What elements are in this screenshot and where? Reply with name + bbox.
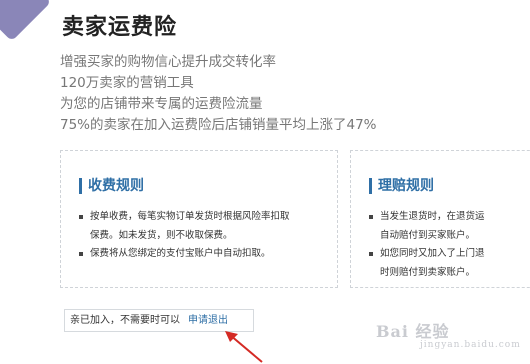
fee-rule-item: 保费。如未发货，则不收取保费。 <box>90 229 233 241</box>
product-logo <box>0 0 52 42</box>
claim-rules-list: 当发生退货时，在退货运 自动赔付到买家账户。 如您同时又加入了上门退 时则赔付到… <box>368 208 485 282</box>
claim-rules-card: 理赔规则 当发生退货时，在退货运 自动赔付到买家账户。 如您同时又加入了上门退 … <box>350 150 530 288</box>
watermark-site: jingyan.baidu.com <box>420 340 521 350</box>
claim-rule-item: 自动赔付到买家账户。 <box>380 229 476 241</box>
watermark-brand: Bai 经验 <box>376 322 450 341</box>
benefit-line: 120万卖家的营销工具 <box>60 75 194 91</box>
benefit-line: 增强买家的购物信心提升成交转化率 <box>60 54 276 70</box>
joined-status-text: 亲已加入，不需要时可以 <box>70 315 180 326</box>
benefit-line: 75%的卖家在加入运费险后店铺销量平均上涨了47% <box>60 117 377 133</box>
fee-rules-title: 收费规则 <box>79 178 144 194</box>
fee-rule-item: 保费将从您绑定的支付宝账户中自动扣取。 <box>78 245 290 264</box>
exit-link[interactable]: 申请退出 <box>188 315 228 326</box>
claim-rule-item: 如您同时又加入了上门退 <box>368 245 485 264</box>
claim-rule-item: 时则赔付到卖家账户。 <box>380 266 476 278</box>
baidu-jingyan-watermark: Bai 经验 jingyan.baidu.com <box>376 318 521 350</box>
claim-rule-item: 当发生退货时，在退货运 <box>368 208 485 227</box>
joined-status-box: 亲已加入，不需要时可以 申请退出 <box>64 309 254 332</box>
fee-rules-list: 按单收费，每笔实物订单发货时根据风险率扣取 保费。如未发货，则不收取保费。 保费… <box>78 208 290 264</box>
benefits-list: 增强买家的购物信心提升成交转化率 120万卖家的营销工具 为您的店铺带来专属的运… <box>60 52 377 136</box>
claim-rules-title: 理赔规则 <box>369 178 434 194</box>
page-title: 卖家运费险 <box>62 15 178 40</box>
fee-rules-card: 收费规则 按单收费，每笔实物订单发货时根据风险率扣取 保费。如未发货，则不收取保… <box>60 150 338 288</box>
fee-rule-item: 按单收费，每笔实物订单发货时根据风险率扣取 <box>78 208 290 227</box>
benefit-line: 为您的店铺带来专属的运费险流量 <box>60 96 263 112</box>
red-arrow-annotation <box>225 331 263 363</box>
